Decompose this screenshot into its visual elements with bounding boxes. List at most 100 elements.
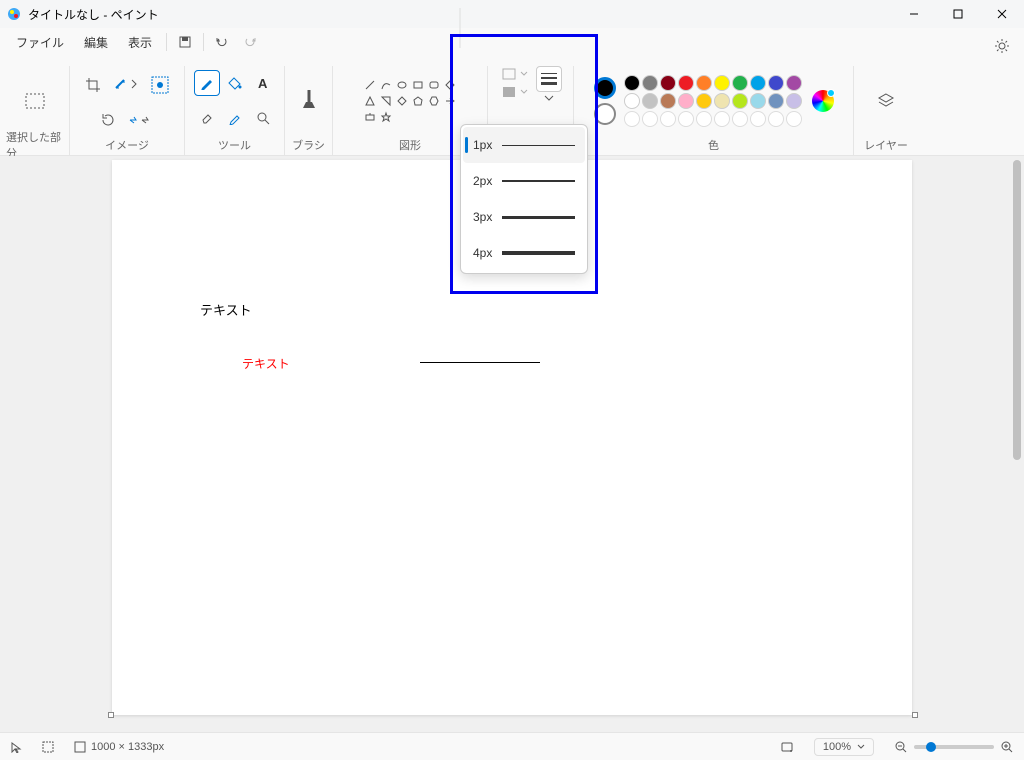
color-swatch[interactable] (714, 75, 730, 91)
magnifier-tool[interactable] (250, 105, 276, 131)
group-tools: A ツール (185, 66, 285, 155)
group-label-color: 色 (708, 135, 719, 155)
eraser-tool[interactable] (194, 105, 220, 131)
zoom-value[interactable]: 100% (814, 738, 874, 756)
resize-handle-se[interactable] (912, 712, 918, 718)
thickness-preview (502, 180, 575, 182)
flip-button[interactable] (123, 107, 159, 133)
color-swatch[interactable] (642, 75, 658, 91)
canvas-drawn-line (420, 362, 540, 363)
color-swatch[interactable] (624, 111, 640, 127)
color-swatch[interactable] (732, 93, 748, 109)
thickness-preview (502, 145, 575, 146)
text-tool[interactable]: A (250, 70, 276, 96)
thickness-option-4px[interactable]: 4px (463, 235, 585, 271)
color-swatch[interactable] (750, 75, 766, 91)
menu-view[interactable]: 表示 (118, 28, 162, 56)
selection-icon (42, 741, 54, 753)
close-button[interactable] (980, 0, 1024, 28)
color-swatch[interactable] (732, 111, 748, 127)
zoom-slider[interactable] (914, 745, 994, 749)
eyedropper-tool[interactable] (222, 105, 248, 131)
color-palette[interactable] (624, 75, 802, 127)
group-label-image: イメージ (105, 135, 149, 155)
thickness-option-2px[interactable]: 2px (463, 163, 585, 199)
group-selection: 選択した部分 (0, 66, 70, 155)
layers-button[interactable] (871, 86, 901, 116)
app-icon (6, 6, 22, 22)
color-swatch[interactable] (624, 75, 640, 91)
undo-button[interactable] (208, 28, 236, 56)
thickness-option-1px[interactable]: 1px (463, 127, 585, 163)
select-tool[interactable] (17, 83, 53, 119)
redo-button[interactable] (236, 28, 264, 56)
zoom-in-button[interactable] (1000, 740, 1014, 754)
color-swatch[interactable] (786, 93, 802, 109)
thickness-dropdown: 1px 2px 3px 4px (460, 124, 588, 274)
group-label-shapes: 図形 (399, 135, 421, 155)
chevron-down-icon[interactable] (544, 94, 554, 102)
color-swatch[interactable] (768, 75, 784, 91)
rotate-button[interactable] (95, 107, 121, 133)
brush-button[interactable] (294, 81, 324, 121)
color-swatch[interactable] (696, 75, 712, 91)
maximize-button[interactable] (936, 0, 980, 28)
pencil-tool[interactable] (194, 70, 220, 96)
status-bar: 1000 × 1333px 100% (0, 732, 1024, 760)
scroll-thumb[interactable] (1013, 160, 1021, 460)
fit-screen-button[interactable] (780, 740, 794, 754)
zoom-out-button[interactable] (894, 740, 908, 754)
color-swatch[interactable] (660, 75, 676, 91)
color-swatch[interactable] (786, 111, 802, 127)
ai-select-button[interactable] (146, 68, 174, 102)
zoom-controls (894, 740, 1014, 754)
thickness-button[interactable] (536, 66, 562, 92)
svg-text:A: A (258, 76, 268, 90)
color-swatch[interactable] (750, 93, 766, 109)
color-picker-button[interactable] (812, 90, 834, 112)
save-button[interactable] (171, 28, 199, 56)
fill-tool[interactable] (222, 70, 248, 96)
menu-file[interactable]: ファイル (6, 28, 74, 56)
color-swatch[interactable] (678, 75, 694, 91)
minimize-button[interactable] (892, 0, 936, 28)
resize-button[interactable] (108, 72, 144, 98)
menu-edit[interactable]: 編集 (74, 28, 118, 56)
menu-bar: ファイル 編集 表示 (0, 28, 1024, 56)
color-2[interactable] (594, 103, 616, 125)
crop-button[interactable] (80, 72, 106, 98)
color-swatch[interactable] (714, 111, 730, 127)
thickness-label: 3px (473, 210, 492, 224)
shapes-grid[interactable] (363, 78, 457, 124)
group-label-selection: 選択した部分 (6, 135, 63, 155)
color-swatch[interactable] (660, 93, 676, 109)
color-swatch[interactable] (678, 111, 694, 127)
thickness-label: 1px (473, 138, 492, 152)
color-swatch[interactable] (732, 75, 748, 91)
color-swatch[interactable] (768, 111, 784, 127)
color-swatch[interactable] (696, 93, 712, 109)
color-swatch[interactable] (624, 93, 640, 109)
color-1[interactable] (594, 77, 616, 99)
color-swatch[interactable] (768, 93, 784, 109)
outline-option[interactable] (502, 68, 528, 80)
thickness-option-3px[interactable]: 3px (463, 199, 585, 235)
group-layers: レイヤー (854, 66, 918, 155)
resize-handle-sw[interactable] (108, 712, 114, 718)
color-swatch[interactable] (786, 75, 802, 91)
thickness-preview (502, 216, 575, 219)
settings-button[interactable] (988, 32, 1016, 60)
fill-option[interactable] (502, 86, 528, 98)
group-brush: ブラシ (285, 66, 333, 155)
color-swatch[interactable] (750, 111, 766, 127)
group-label-brush: ブラシ (292, 135, 325, 155)
cursor-icon (10, 741, 22, 753)
color-swatch[interactable] (696, 111, 712, 127)
vertical-scrollbar[interactable] (1012, 156, 1022, 730)
color-swatch[interactable] (642, 111, 658, 127)
color-swatch[interactable] (714, 93, 730, 109)
color-swatch[interactable] (660, 111, 676, 127)
color-swatch[interactable] (678, 93, 694, 109)
thickness-label: 4px (473, 246, 492, 260)
color-swatch[interactable] (642, 93, 658, 109)
